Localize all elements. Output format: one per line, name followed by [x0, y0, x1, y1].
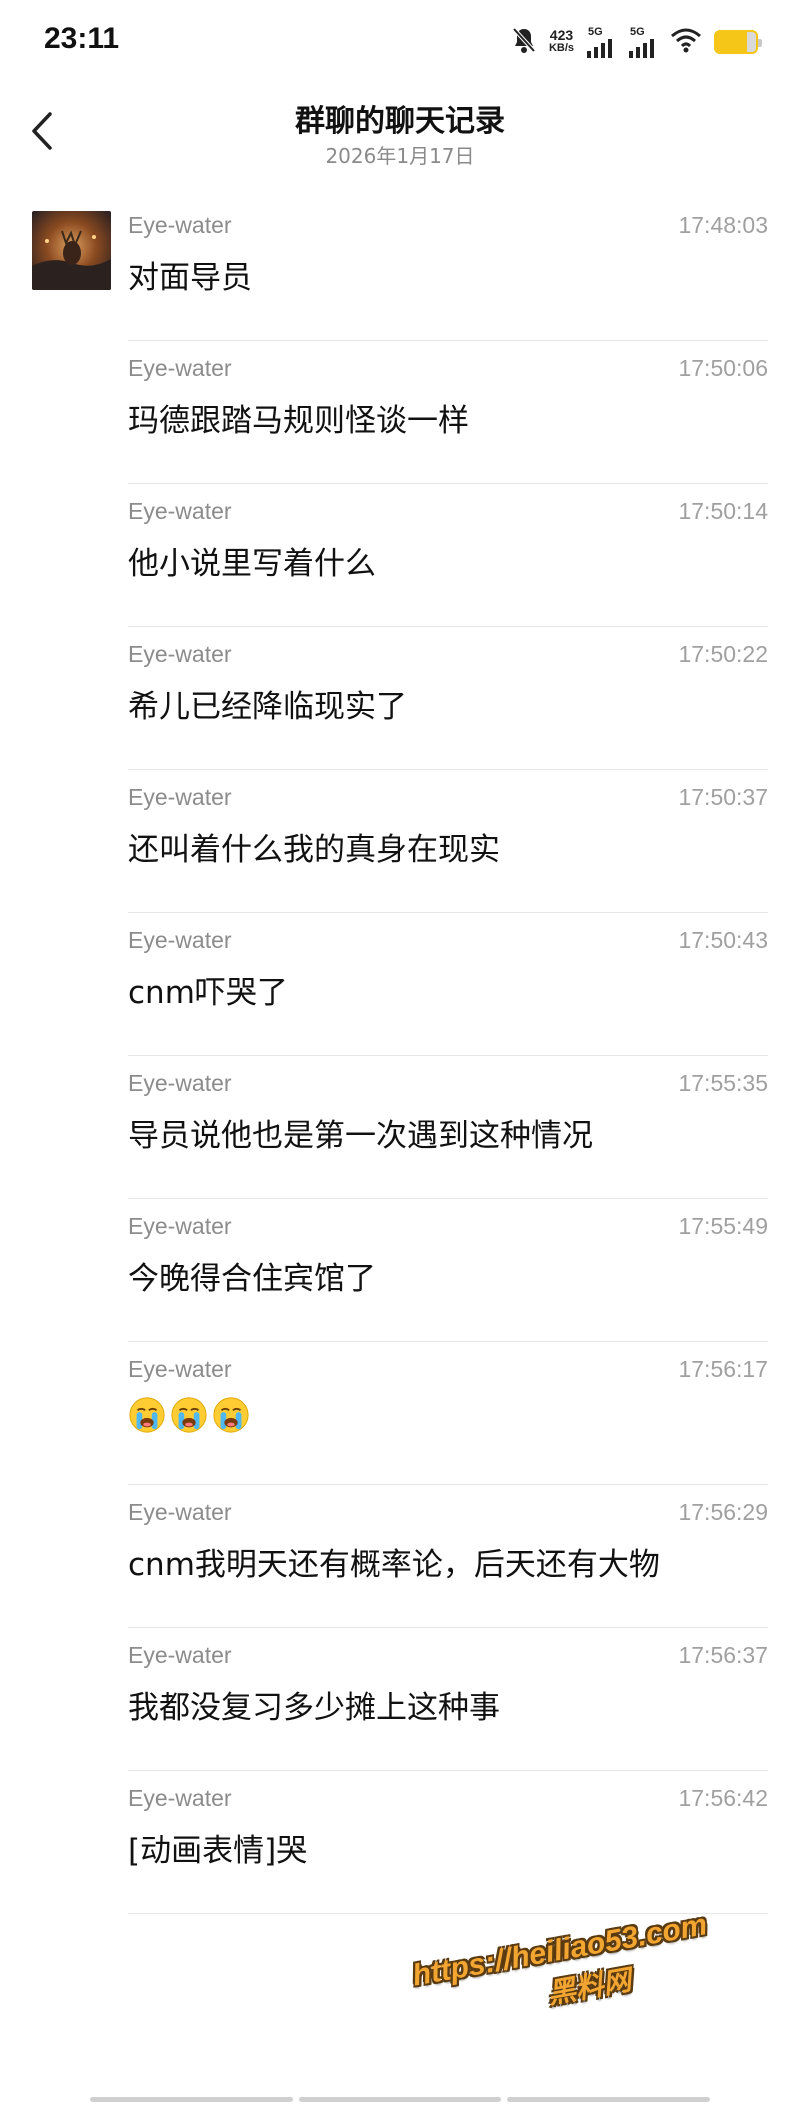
message-text: cnm我明天还有概率论，后天还有大物: [128, 1547, 660, 1583]
signal-5g-2: 5G: [628, 26, 658, 58]
message-time: 17:56:42: [678, 1785, 768, 1811]
message-sender: Eye-water: [128, 1213, 232, 1239]
message-time: 17:55:49: [678, 1213, 768, 1239]
page-title: 群聊的聊天记录: [295, 104, 505, 139]
message-emoji-row: [128, 1396, 250, 1434]
message-item[interactable]: Eye-water 17:56:42 [动画表情]哭: [128, 1771, 768, 1914]
message-text: 我都没复习多少摊上这种事: [128, 1690, 500, 1726]
message-sender: Eye-water: [128, 784, 232, 810]
message-sender: Eye-water: [128, 355, 232, 381]
message-sender: Eye-water: [128, 1785, 232, 1811]
message-item[interactable]: Eye-water 17:50:37 还叫着什么我的真身在现实: [128, 770, 768, 913]
watermark: https://heiliao53.com 黑料网: [410, 1897, 784, 2068]
message-sender: Eye-water: [128, 1642, 232, 1668]
message-item[interactable]: Eye-water 17:50:14 他小说里写着什么: [128, 484, 768, 627]
signal-bars-icon: [629, 38, 654, 58]
message-text: 还叫着什么我的真身在现实: [128, 832, 500, 868]
message-item[interactable]: Eye-water 17:48:03 对面导员: [128, 198, 768, 341]
message-time: 17:56:17: [678, 1356, 768, 1382]
message-text: 导员说他也是第一次遇到这种情况: [128, 1118, 593, 1154]
message-item[interactable]: Eye-water 17:55:49 今晚得合住宾馆了: [128, 1199, 768, 1342]
message-time: 17:55:35: [678, 1070, 768, 1096]
crying-face-emoji-icon: [129, 1397, 165, 1433]
bottom-nav-bar: [90, 2097, 711, 2102]
message-item[interactable]: Eye-water 17:56:37 我都没复习多少摊上这种事: [128, 1628, 768, 1771]
avatar[interactable]: [32, 211, 111, 290]
wifi-icon: [670, 27, 702, 57]
message-time: 17:50:14: [678, 498, 768, 524]
signal-5g-1: 5G: [586, 26, 616, 58]
message-sender: Eye-water: [128, 212, 232, 238]
crying-face-emoji-icon: [213, 1397, 249, 1433]
signal-bars-icon: [587, 38, 612, 58]
message-time: 17:50:43: [678, 927, 768, 953]
message-item[interactable]: Eye-water 17:50:43 cnm吓哭了: [128, 913, 768, 1056]
message-item[interactable]: Eye-water 17:55:35 导员说他也是第一次遇到这种情况: [128, 1056, 768, 1199]
message-sender: Eye-water: [128, 641, 232, 667]
message-item[interactable]: Eye-water 17:56:17: [128, 1342, 768, 1485]
message-item[interactable]: Eye-water 17:50:06 玛德跟踏马规则怪谈一样: [128, 341, 768, 484]
message-sender: Eye-water: [128, 1499, 232, 1525]
message-time: 17:56:37: [678, 1642, 768, 1668]
message-sender: Eye-water: [128, 498, 232, 524]
battery-icon: [714, 30, 762, 54]
mute-bell-icon: [511, 26, 537, 58]
status-icons: 423 KB/s 5G 5G: [511, 24, 762, 60]
crying-face-emoji-icon: [171, 1397, 207, 1433]
message-time: 17:56:29: [678, 1499, 768, 1525]
network-speed: 423 KB/s: [548, 27, 574, 54]
header: 群聊的聊天记录 2026年1月17日: [0, 84, 800, 174]
message-item[interactable]: Eye-water 17:50:22 希儿已经降临现实了: [128, 627, 768, 770]
message-text: cnm吓哭了: [128, 975, 288, 1011]
message-time: 17:48:03: [678, 212, 768, 238]
message-text: 希儿已经降临现实了: [128, 689, 407, 725]
message-sender: Eye-water: [128, 1070, 232, 1096]
message-text: 今晚得合住宾馆了: [128, 1261, 376, 1297]
message-item[interactable]: Eye-water 17:56:29 cnm我明天还有概率论，后天还有大物: [128, 1485, 768, 1628]
message-time: 17:50:37: [678, 784, 768, 810]
message-sender: Eye-water: [128, 1356, 232, 1382]
message-sender: Eye-water: [128, 927, 232, 953]
message-text: 他小说里写着什么: [128, 546, 376, 582]
page-subtitle-date: 2026年1月17日: [325, 144, 475, 168]
message-text: 对面导员: [128, 260, 252, 296]
message-time: 17:50:22: [678, 641, 768, 667]
status-time: 23:11: [44, 22, 120, 55]
message-text: 玛德跟踏马规则怪谈一样: [128, 403, 469, 439]
status-bar: 23:11 423 KB/s 5G 5G: [0, 0, 800, 84]
message-text: [动画表情]哭: [128, 1833, 308, 1869]
message-time: 17:50:06: [678, 355, 768, 381]
